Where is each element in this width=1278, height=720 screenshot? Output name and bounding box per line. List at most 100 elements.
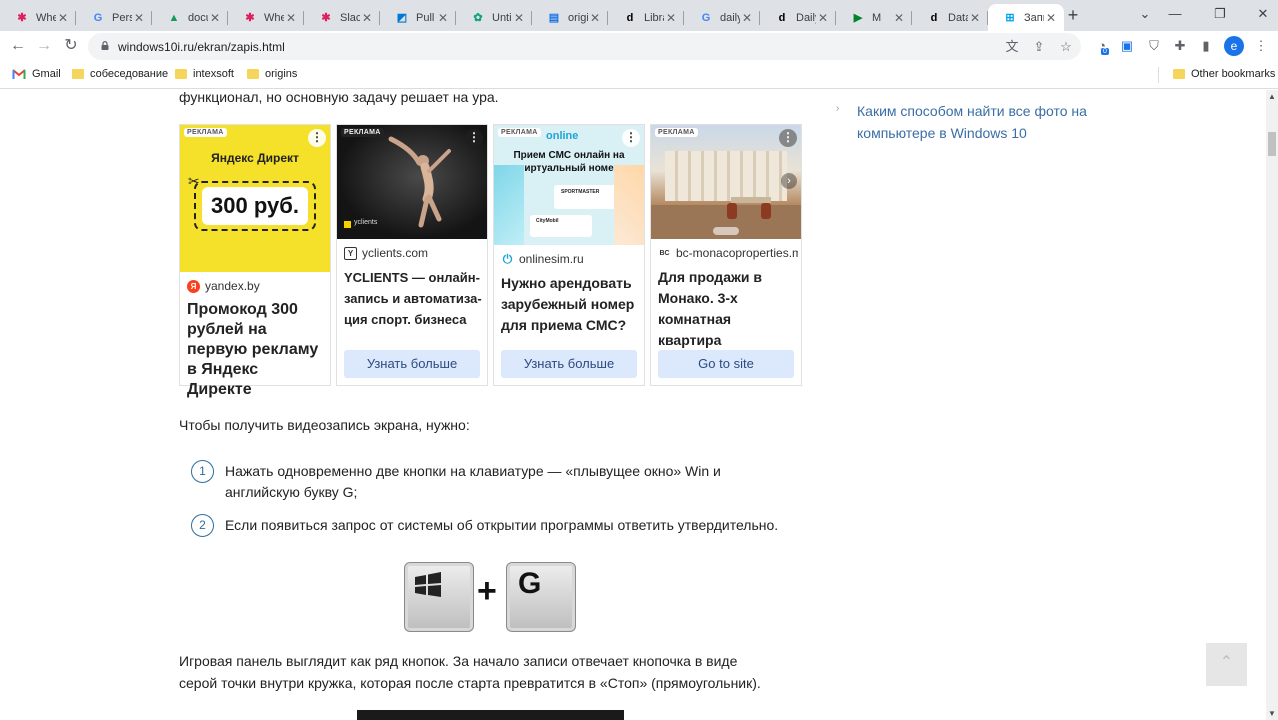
g-key-image: G <box>506 562 576 632</box>
decor-shape <box>494 165 524 245</box>
ad-headline[interactable]: YCLIENTS — онлайн-запись и автоматиза-ци… <box>344 267 482 330</box>
scroll-down-arrow-icon[interactable]: ▼ <box>1268 709 1276 718</box>
ad-image-onlinesim[interactable]: online Прием СМС онлайн на виртуальный н… <box>494 125 644 245</box>
new-tab-button[interactable]: + <box>1062 5 1084 27</box>
menu-kebab-icon[interactable]: ⋮ <box>1253 38 1269 54</box>
folder-icon <box>247 69 259 79</box>
scroll-up-arrow-icon[interactable]: ▲ <box>1268 92 1276 101</box>
ad-menu-icon[interactable]: ⋮ <box>622 129 640 147</box>
browser-tab[interactable]: ▶ M ✕ <box>836 4 912 31</box>
browser-tab[interactable]: ✿ Unti ✕ <box>456 4 532 31</box>
close-tab-icon[interactable]: ✕ <box>1044 11 1058 25</box>
translate-icon[interactable]: 文 <box>1004 39 1020 55</box>
close-tab-icon[interactable]: ✕ <box>56 11 70 25</box>
browser-tab[interactable]: d Data✕ <box>912 4 988 31</box>
side-panel-icon[interactable]: ▮ <box>1198 38 1214 54</box>
intro-paragraph-tail: функционал, но основную задачу решает на… <box>179 90 499 105</box>
browser-tab[interactable]: d Daily✕ <box>760 4 836 31</box>
sidebar-related-link[interactable]: Каким способом найти все фото на компьют… <box>857 100 1117 144</box>
browser-tab[interactable]: Gdaily ✕ <box>684 4 760 31</box>
browser-tab[interactable]: ⊞ Запи✕ <box>988 4 1064 31</box>
close-tab-icon[interactable]: ✕ <box>588 11 602 25</box>
bookmark-sobesedovanie[interactable]: собеседование <box>72 68 168 80</box>
tab-search-icon[interactable]: ⌄ <box>1130 4 1160 24</box>
bookmarks-divider <box>1158 67 1159 83</box>
bookmark-label: origins <box>265 68 298 80</box>
page-scrollbar[interactable]: ▲ ▼ <box>1266 90 1278 720</box>
close-tab-icon[interactable]: ✕ <box>284 11 298 25</box>
ad-card-onlinesim[interactable]: online Прием СМС онлайн на виртуальный н… <box>493 124 645 386</box>
bookmark-star-icon[interactable]: ☆ <box>1058 39 1074 55</box>
ad-card-monaco[interactable]: › РЕКЛАМА ⋮ BC bc-monacoproperties.m Для… <box>650 124 802 386</box>
bookmark-label: Gmail <box>32 68 61 80</box>
chevron-right-icon[interactable]: › <box>781 173 797 189</box>
screen-recorder-extension-icon[interactable]: ▣ <box>1119 38 1135 54</box>
close-tab-icon[interactable]: ✕ <box>360 11 374 25</box>
url-text[interactable]: windows10i.ru/ekran/zapis.html <box>118 40 285 54</box>
tab-title: Unti <box>492 11 512 24</box>
share-icon[interactable]: ⇪ <box>1031 39 1047 55</box>
ad-image-yandex[interactable]: Яндекс Директ 300 руб. ✂ <box>180 125 330 272</box>
browser-tab[interactable]: ✱ Slack✕ <box>304 4 380 31</box>
ad-image-brand: Яндекс Директ <box>211 151 299 165</box>
close-tab-icon[interactable]: ✕ <box>132 11 146 25</box>
tab-title: Data <box>948 11 968 24</box>
profile-avatar[interactable]: e <box>1224 36 1244 56</box>
scroll-to-top-button[interactable]: ⌃ <box>1206 643 1247 686</box>
forward-icon[interactable]: → <box>34 36 54 56</box>
other-bookmarks[interactable]: Other bookmarks <box>1173 68 1275 80</box>
ad-menu-icon[interactable]: ⋮ <box>779 129 797 147</box>
address-bar[interactable]: windows10i.ru/ekran/zapis.html 文 ⇪ ☆ <box>88 33 1081 60</box>
ad-domain[interactable]: ⏻ onlinesim.ru <box>501 252 584 267</box>
ad-cta-button[interactable]: Узнать больше <box>344 350 480 378</box>
step-text: Если появиться запрос от системы об откр… <box>225 517 779 533</box>
ad-image-yclients[interactable]: yclients <box>337 125 487 239</box>
ad-domain[interactable]: BC bc-monacoproperties.m <box>658 246 798 260</box>
close-tab-icon[interactable]: ✕ <box>968 11 982 25</box>
plus-sign: + <box>477 572 497 610</box>
close-tab-icon[interactable]: ✕ <box>892 11 906 25</box>
reload-icon[interactable]: ↻ <box>61 36 81 56</box>
video-preview[interactable] <box>357 710 624 720</box>
ad-domain[interactable]: Я yandex.by <box>187 279 260 293</box>
ad-headline[interactable]: Для продажи в Монако. 3-х комнатная квар… <box>658 267 796 351</box>
extensions-puzzle-icon[interactable]: ✚ <box>1172 38 1188 54</box>
browser-tab[interactable]: ◩ Pull ✕ <box>380 4 456 31</box>
bookmark-gmail[interactable]: Gmail <box>12 68 61 80</box>
back-icon[interactable]: ← <box>8 36 28 56</box>
browser-tab[interactable]: G Pers ✕ <box>76 4 152 31</box>
close-tab-icon[interactable]: ✕ <box>664 11 678 25</box>
browser-tab[interactable]: d Libra✕ <box>608 4 684 31</box>
ad-label: РЕКЛАМА <box>184 128 227 137</box>
ad-card-yandex[interactable]: Яндекс Директ 300 руб. ✂ РЕКЛАМА ⋮ Я yan… <box>179 124 331 398</box>
minimize-icon[interactable]: — <box>1160 4 1190 24</box>
ad-headline[interactable]: Промокод 300 рублей на первую рекламу в … <box>187 300 325 400</box>
browser-tab[interactable]: ✱ Whe ✕ <box>228 4 304 31</box>
ad-image-monaco[interactable]: › <box>651 125 801 239</box>
scrollbar-thumb[interactable] <box>1268 132 1276 156</box>
close-tab-icon[interactable]: ✕ <box>816 11 830 25</box>
close-tab-icon[interactable]: ✕ <box>512 11 526 25</box>
bookmark-intexsoft[interactable]: intexsoft <box>175 68 234 80</box>
tab-title: Libra <box>644 11 664 24</box>
close-tab-icon[interactable]: ✕ <box>740 11 754 25</box>
browser-tab[interactable]: ▤ origi ✕ <box>532 4 608 31</box>
close-tab-icon[interactable]: ✕ <box>436 11 450 25</box>
close-tab-icon[interactable]: ✕ <box>208 11 222 25</box>
ad-domain[interactable]: Y yclients.com <box>344 246 428 260</box>
browser-tab[interactable]: ✱ Whe ✕ <box>0 4 76 31</box>
shield-extension-icon[interactable]: ⛉ <box>1146 38 1162 54</box>
ad-headline[interactable]: Нужно арендовать зарубежный номер для пр… <box>501 273 639 336</box>
ad-card-yclients[interactable]: yclients РЕКЛАМА ⋮ Y yclients.com YCLIEN… <box>336 124 488 386</box>
bookmark-origins[interactable]: origins <box>247 68 297 80</box>
carousel-dots[interactable] <box>713 227 739 235</box>
folder-icon <box>1173 69 1185 79</box>
ad-menu-icon[interactable]: ⋮ <box>308 129 326 147</box>
ad-cta-button[interactable]: Go to site <box>658 350 794 378</box>
tab-title: Daily <box>796 11 816 24</box>
ad-cta-button[interactable]: Узнать больше <box>501 350 637 378</box>
close-window-icon[interactable]: ✕ <box>1248 4 1278 24</box>
ad-menu-icon[interactable]: ⋮ <box>465 129 483 147</box>
restore-icon[interactable]: ❐ <box>1205 4 1235 24</box>
browser-tab[interactable]: ▲ docu✕ <box>152 4 228 31</box>
